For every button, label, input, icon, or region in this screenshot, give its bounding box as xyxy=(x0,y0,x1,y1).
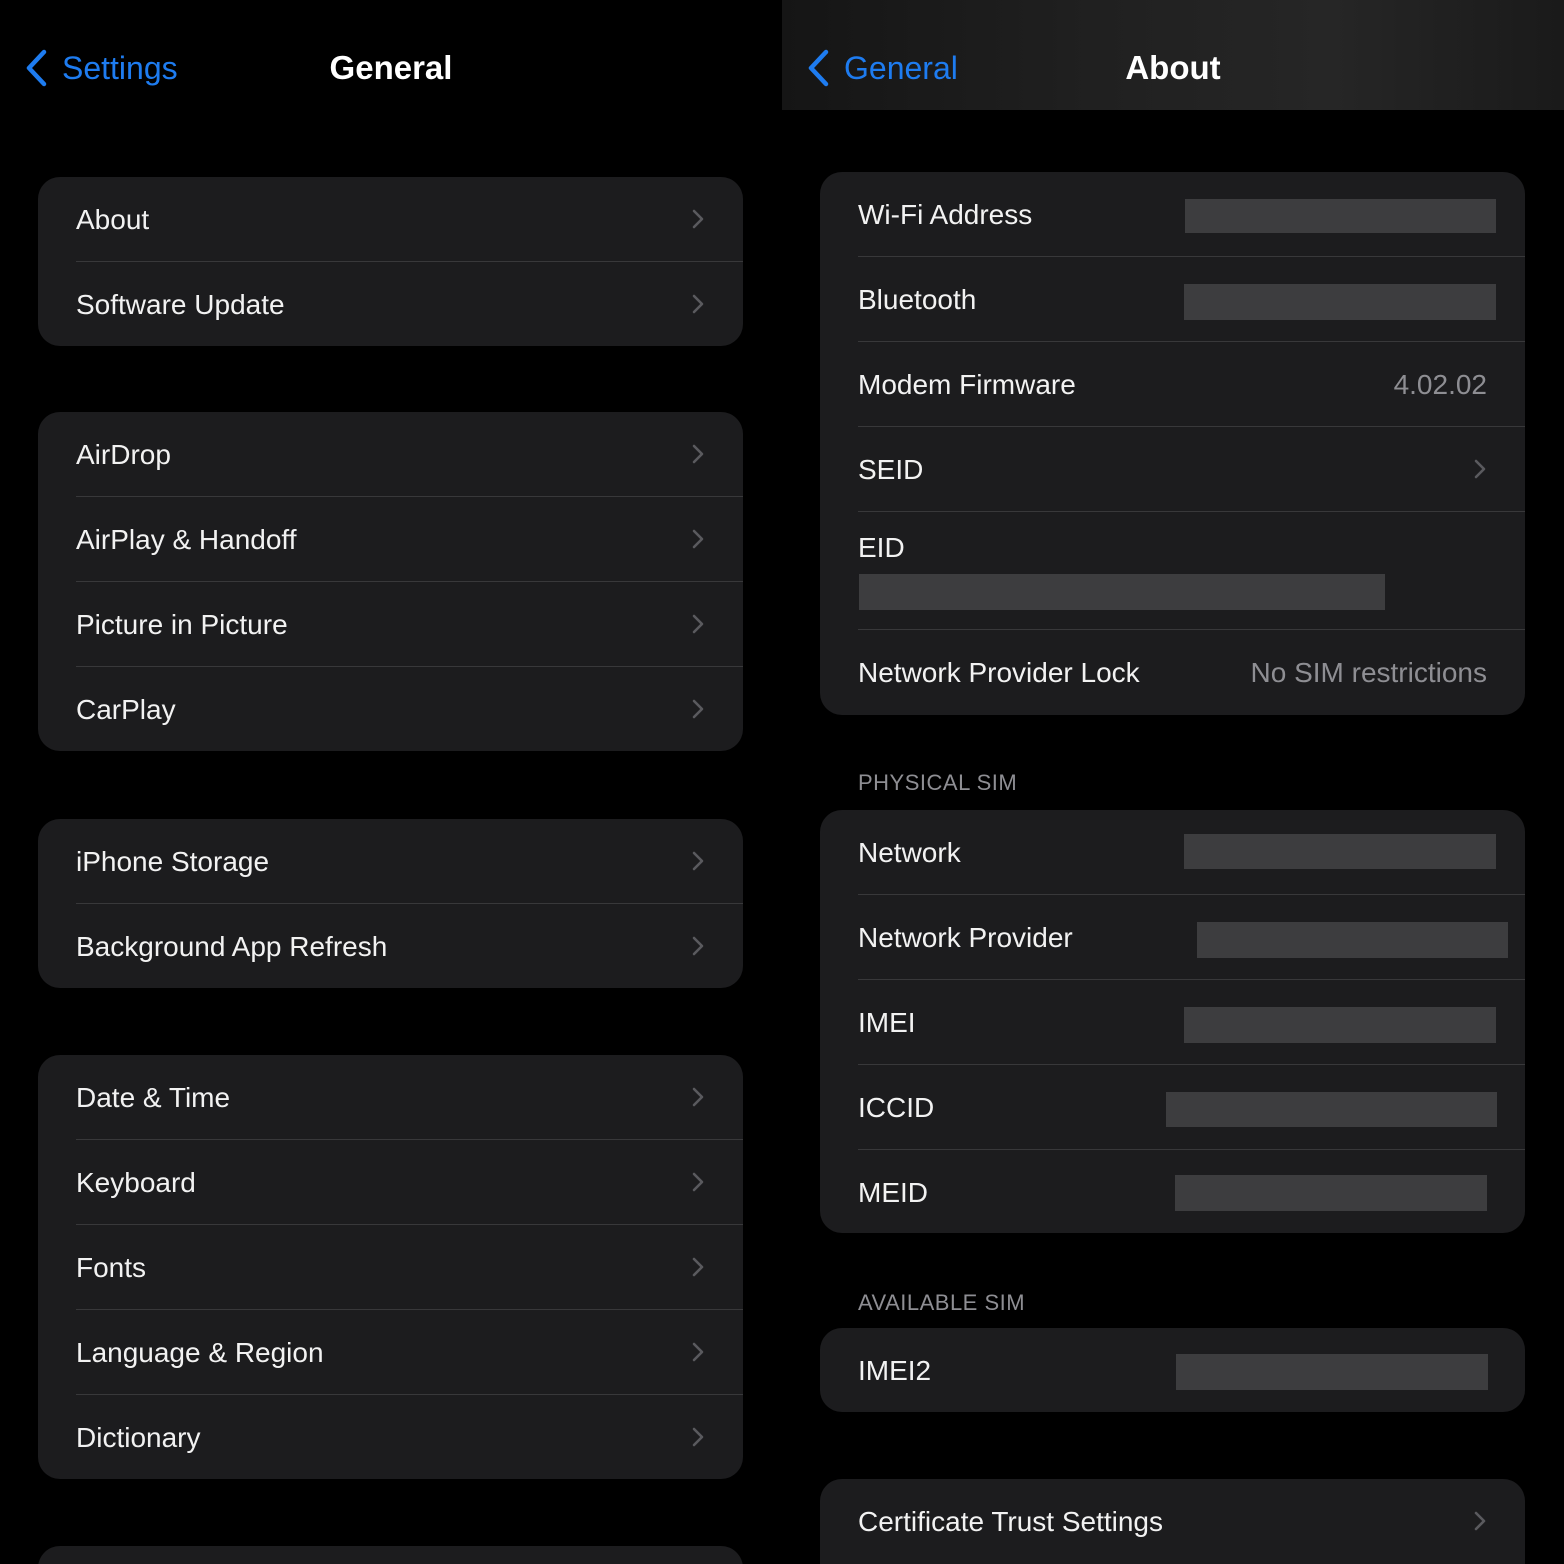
about-info-group: Wi-Fi Address Bluetooth Modem Firmware 4… xyxy=(820,172,1525,715)
chevron-left-icon xyxy=(26,49,47,87)
chevron-right-icon xyxy=(692,1257,704,1277)
row-label: Network Provider Lock xyxy=(858,657,1140,688)
chevron-right-icon xyxy=(692,699,704,719)
settings-group-partial xyxy=(38,1546,743,1564)
redacted-value xyxy=(1166,1092,1497,1127)
row-label: Picture in Picture xyxy=(76,609,288,640)
row-airdrop[interactable]: AirDrop xyxy=(38,412,743,497)
chevron-right-icon xyxy=(692,614,704,634)
general-screen: Settings General About Software Update A… xyxy=(0,0,782,1564)
back-label: Settings xyxy=(62,50,178,86)
redacted-value xyxy=(859,574,1385,610)
row-certificate-trust-settings[interactable]: Certificate Trust Settings xyxy=(820,1479,1525,1564)
redacted-value xyxy=(1184,1007,1496,1043)
row-label: Modem Firmware xyxy=(858,369,1076,400)
chevron-right-icon xyxy=(692,1172,704,1192)
redacted-value xyxy=(1184,284,1496,320)
chevron-right-icon xyxy=(692,1427,704,1447)
row-airplay-handoff[interactable]: AirPlay & Handoff xyxy=(38,497,743,582)
redacted-value xyxy=(1175,1175,1487,1211)
row-date-time[interactable]: Date & Time xyxy=(38,1055,743,1140)
settings-group: iPhone Storage Background App Refresh xyxy=(38,819,743,988)
row-label: AirPlay & Handoff xyxy=(76,524,297,555)
row-label: IMEI xyxy=(858,1007,916,1038)
row-label: About xyxy=(76,204,150,235)
row-label: ICCID xyxy=(858,1092,935,1123)
back-button-settings[interactable]: Settings xyxy=(24,44,178,92)
redacted-value xyxy=(1184,834,1496,869)
settings-group: AirDrop AirPlay & Handoff Picture in Pic… xyxy=(38,412,743,751)
row-bluetooth: Bluetooth xyxy=(820,257,1525,342)
row-label: AirDrop xyxy=(76,439,171,470)
row-label: Date & Time xyxy=(76,1082,231,1113)
row-modem-firmware: Modem Firmware 4.02.02 xyxy=(820,342,1525,427)
row-label: Bluetooth xyxy=(858,284,977,315)
chevron-right-icon xyxy=(1474,459,1486,479)
available-sim-group: IMEI2 xyxy=(820,1328,1525,1412)
row-label: Background App Refresh xyxy=(76,931,388,962)
row-background-app-refresh[interactable]: Background App Refresh xyxy=(38,904,743,988)
row-label: Network Provider xyxy=(858,922,1073,953)
chevron-right-icon xyxy=(692,529,704,549)
row-label: IMEI2 xyxy=(858,1355,932,1386)
row-software-update[interactable]: Software Update xyxy=(38,262,743,346)
row-label: Network xyxy=(858,837,961,868)
chevron-right-icon xyxy=(1474,1511,1486,1531)
row-value: 4.02.02 xyxy=(1393,369,1487,400)
chevron-right-icon xyxy=(692,444,704,464)
row-about[interactable]: About xyxy=(38,177,743,262)
row-imei2: IMEI2 xyxy=(820,1328,1525,1412)
row-eid: EID xyxy=(820,512,1525,630)
row-meid: MEID xyxy=(820,1150,1525,1233)
nav-bar: Settings General xyxy=(0,0,782,110)
row-label: iPhone Storage xyxy=(76,846,270,877)
row-label: Software Update xyxy=(76,289,285,320)
row-label: Language & Region xyxy=(76,1337,324,1368)
nav-bar: General About xyxy=(782,0,1564,110)
row-seid[interactable]: SEID xyxy=(820,427,1525,512)
section-header-physical-sim: PHYSICAL SIM xyxy=(858,770,1018,795)
back-button-general[interactable]: General xyxy=(806,44,958,92)
certificate-group: Certificate Trust Settings xyxy=(820,1479,1525,1564)
chevron-right-icon xyxy=(692,851,704,871)
page-title: General xyxy=(329,49,453,86)
row-value: No SIM restrictions xyxy=(1250,657,1488,688)
page-title: About xyxy=(1125,49,1221,86)
row-language-region[interactable]: Language & Region xyxy=(38,1310,743,1395)
chevron-right-icon xyxy=(692,1087,704,1107)
row-imei: IMEI xyxy=(820,980,1525,1065)
settings-group: About Software Update xyxy=(38,177,743,346)
redacted-value xyxy=(1176,1354,1488,1390)
chevron-left-icon xyxy=(808,49,829,87)
row-network-provider: Network Provider xyxy=(820,895,1525,980)
row-label: Fonts xyxy=(76,1252,147,1283)
row-iphone-storage[interactable]: iPhone Storage xyxy=(38,819,743,904)
back-label: General xyxy=(844,50,958,86)
row-label: CarPlay xyxy=(76,694,176,725)
row-label: Dictionary xyxy=(76,1422,201,1453)
row-label: SEID xyxy=(858,454,924,485)
row-label: Certificate Trust Settings xyxy=(858,1506,1164,1537)
chevron-right-icon xyxy=(692,1342,704,1362)
row-label: MEID xyxy=(858,1177,928,1208)
physical-sim-group: Network Network Provider IMEI ICCID MEID xyxy=(820,810,1525,1233)
redacted-value xyxy=(1185,199,1496,233)
row-keyboard[interactable]: Keyboard xyxy=(38,1140,743,1225)
settings-group: Date & Time Keyboard Fonts Language & Re… xyxy=(38,1055,743,1479)
row-iccid: ICCID xyxy=(820,1065,1525,1150)
row-carplay[interactable]: CarPlay xyxy=(38,667,743,751)
row-dictionary[interactable]: Dictionary xyxy=(38,1395,743,1479)
section-header-available-sim: AVAILABLE SIM xyxy=(858,1290,1026,1315)
chevron-right-icon xyxy=(692,936,704,956)
row-wifi-address: Wi-Fi Address xyxy=(820,172,1525,257)
row-picture-in-picture[interactable]: Picture in Picture xyxy=(38,582,743,667)
chevron-right-icon xyxy=(692,209,704,229)
chevron-right-icon xyxy=(692,294,704,314)
row-label: Wi-Fi Address xyxy=(858,199,1033,230)
row-label: Keyboard xyxy=(76,1167,196,1198)
row-network: Network xyxy=(820,810,1525,895)
redacted-value xyxy=(1197,922,1508,958)
row-network-provider-lock: Network Provider Lock No SIM restriction… xyxy=(820,630,1525,715)
row-fonts[interactable]: Fonts xyxy=(38,1225,743,1310)
